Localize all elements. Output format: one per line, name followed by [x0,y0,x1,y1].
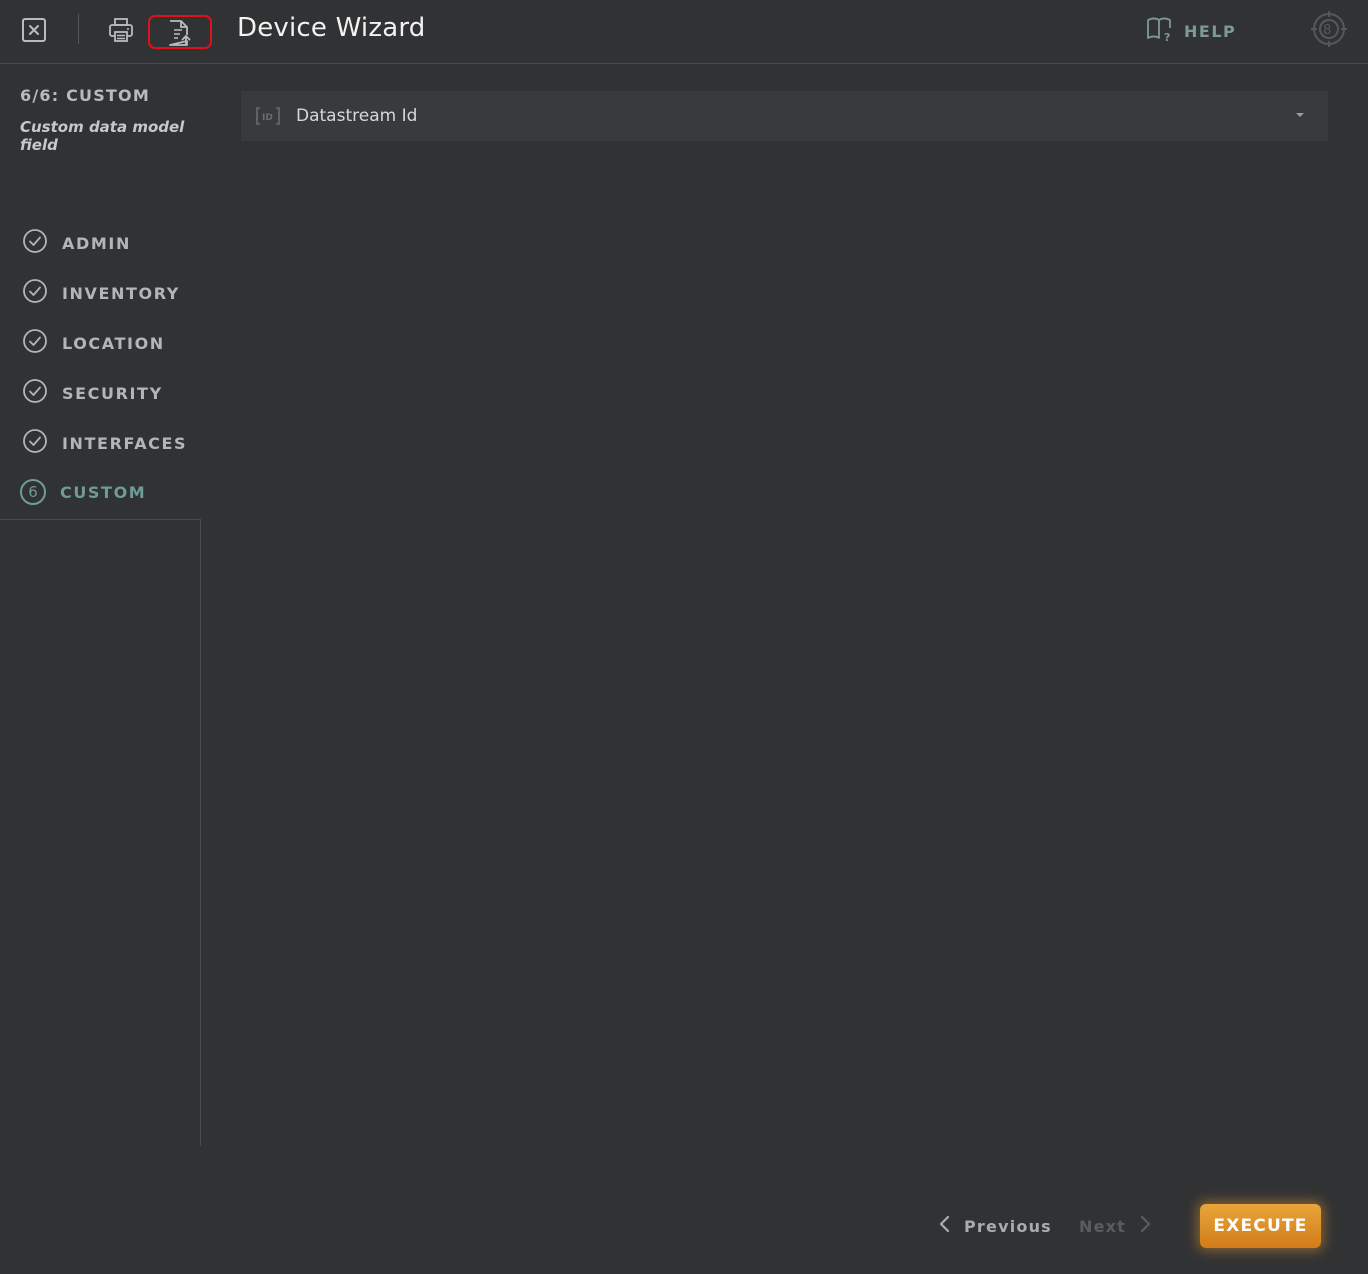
previous-label: Previous [964,1216,1052,1236]
svg-text:8: 8 [1323,23,1331,38]
sidebar-item-security[interactable]: SECURITY [22,378,163,408]
page-title: Device Wizard [237,13,426,43]
chevron-left-icon [938,1215,952,1237]
check-circle-icon [22,228,48,258]
export-document-icon[interactable] [165,18,193,48]
step-description: Custom data model field [20,118,185,154]
svg-text:?: ? [1164,31,1172,42]
chevron-right-icon [1138,1215,1152,1237]
check-circle-icon [22,278,48,308]
sidebar-item-inventory[interactable]: INVENTORY [22,278,180,308]
sidebar-item-label: ADMIN [62,233,131,253]
next-label: Next [1079,1216,1127,1236]
chevron-down-icon[interactable] [1296,113,1304,117]
step-number-badge: 6 [20,479,46,505]
execute-button[interactable]: EXECUTE [1200,1204,1321,1248]
next-button[interactable]: Next [1079,1212,1152,1240]
settings-target-icon[interactable]: 8 [1310,10,1348,48]
id-icon: ID [255,106,281,126]
toolbar-divider [78,14,79,44]
sidebar-item-admin[interactable]: ADMIN [22,228,131,258]
datastream-id-field[interactable]: ID Datastream Id [241,91,1328,141]
close-icon[interactable] [20,16,48,44]
check-circle-icon [22,378,48,408]
field-label: Datastream Id [296,106,418,126]
sidebar-item-location[interactable]: LOCATION [22,328,165,358]
check-circle-icon [22,428,48,458]
sidebar-item-label: LOCATION [62,333,165,353]
print-icon[interactable] [106,16,136,44]
help-book-icon: ? [1146,16,1174,46]
sidebar-item-interfaces[interactable]: INTERFACES [22,428,188,458]
step-heading: 6/6: CUSTOM [20,86,150,105]
sidebar-item-label: INTERFACES [62,433,188,453]
top-bar: Device Wizard ? HELP 8 [0,0,1368,64]
sidebar-item-custom[interactable]: 6 CUSTOM [20,479,147,505]
check-circle-icon [22,328,48,358]
sidebar-panel [0,519,201,1146]
sidebar-item-label: CUSTOM [60,482,147,502]
help-button[interactable]: ? HELP [1146,16,1236,46]
id-icon-text: ID [262,113,273,123]
help-label: HELP [1184,21,1237,41]
previous-button[interactable]: Previous [938,1212,1052,1240]
sidebar-item-label: SECURITY [62,383,163,403]
sidebar-item-label: INVENTORY [62,283,180,303]
